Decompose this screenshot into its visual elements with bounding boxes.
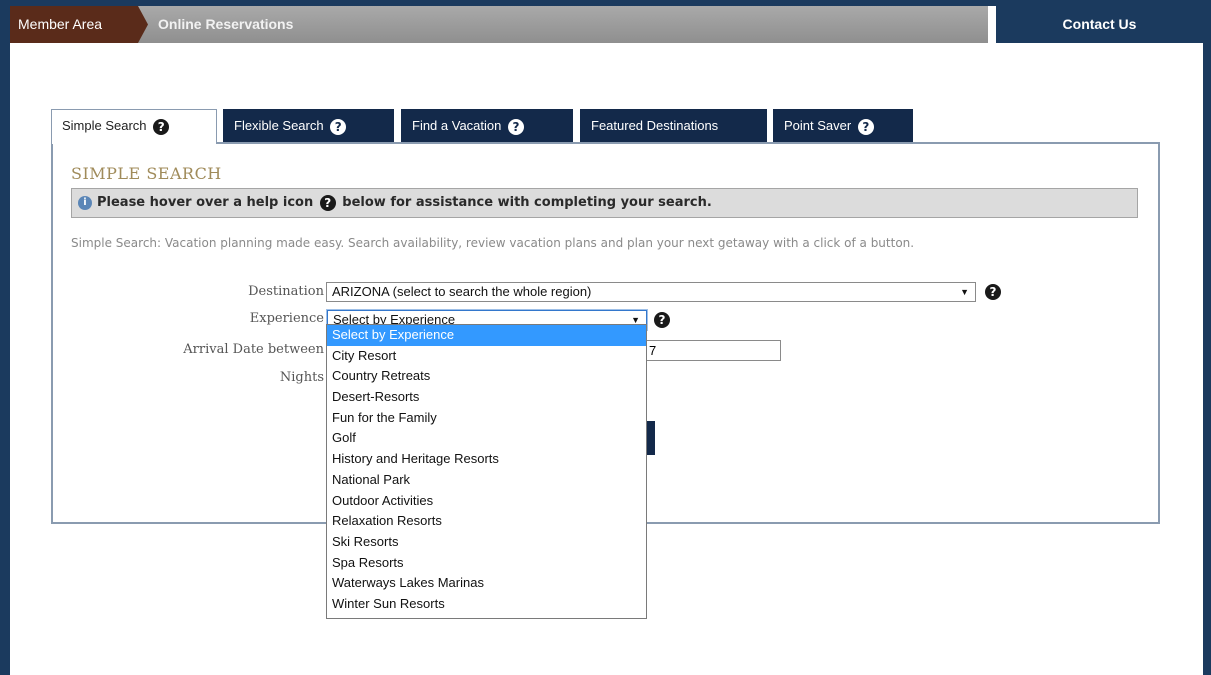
info-icon: i — [78, 195, 92, 210]
experience-option[interactable]: Spa Resorts — [327, 553, 646, 574]
destination-label: Destination — [248, 284, 324, 299]
contact-us-button[interactable]: Contact Us — [996, 6, 1203, 43]
experience-option[interactable]: Waterways Lakes Marinas — [327, 573, 646, 594]
experience-option[interactable]: History and Heritage Resorts — [327, 449, 646, 470]
experience-option[interactable]: Ski Resorts — [327, 532, 646, 553]
experience-option[interactable]: Country Retreats — [327, 366, 646, 387]
experience-option[interactable]: Select by Experience — [327, 325, 646, 346]
tab-find-a-vacation[interactable]: Find a Vacation ? — [401, 109, 573, 143]
help-icon[interactable]: ? — [330, 118, 347, 135]
search-button[interactable] — [646, 421, 655, 455]
experience-option[interactable]: Winter Sun Resorts — [327, 594, 646, 615]
destination-value: ARIZONA (select to search the whole regi… — [332, 284, 592, 299]
breadcrumb-online-reservations: Online Reservations — [158, 16, 294, 32]
tab-flexible-search[interactable]: Flexible Search ? — [223, 109, 394, 143]
experience-option[interactable]: Relaxation Resorts — [327, 511, 646, 532]
experience-option[interactable]: National Park — [327, 470, 646, 491]
panel-title: SIMPLE SEARCH — [71, 164, 222, 183]
tab-label: Simple Search — [62, 118, 147, 133]
help-icon[interactable]: ? — [857, 118, 874, 135]
arrival-date-end-input[interactable]: 7 — [646, 340, 781, 361]
info-banner: i Please hover over a help icon ? below f… — [71, 188, 1138, 218]
tab-label: Find a Vacation — [412, 118, 502, 133]
experience-option[interactable]: Desert-Resorts — [327, 387, 646, 408]
tab-featured-destinations[interactable]: Featured Destinations — [580, 109, 767, 143]
info-text-end: below for assistance with completing you… — [342, 195, 712, 210]
experience-label: Experience — [249, 311, 324, 326]
experience-option[interactable]: City Resort — [327, 346, 646, 367]
help-icon[interactable]: ? — [153, 118, 170, 135]
breadcrumb-member-area[interactable]: Member Area — [10, 6, 148, 43]
page: Member Area Online Reservations Contact … — [10, 6, 1203, 675]
destination-select[interactable]: ARIZONA (select to search the whole regi… — [326, 282, 976, 302]
tab-simple-search[interactable]: Simple Search ? — [51, 109, 217, 144]
experience-option[interactable]: Outdoor Activities — [327, 491, 646, 512]
tab-label: Flexible Search — [234, 118, 324, 133]
help-icon[interactable]: ? — [508, 118, 524, 135]
experience-option[interactable]: Golf — [327, 428, 646, 449]
experience-option[interactable]: Fun for the Family — [327, 408, 646, 429]
nights-label: Nights — [279, 370, 324, 385]
tab-label: Featured Destinations — [591, 118, 719, 133]
experience-help-icon[interactable]: ? — [654, 312, 670, 328]
arrival-date-end-value: 7 — [649, 343, 657, 358]
dropdown-arrow-icon: ▼ — [960, 287, 969, 297]
destination-help-icon[interactable]: ? — [985, 284, 1001, 300]
arrival-date-label: Arrival Date between — [183, 342, 324, 357]
tab-label: Point Saver — [784, 118, 852, 133]
experience-dropdown-list[interactable]: Select by Experience City Resort Country R… — [326, 324, 647, 619]
breadcrumb-bar — [10, 6, 988, 43]
intro-text: Simple Search: Vacation planning made ea… — [71, 236, 915, 250]
tab-point-saver[interactable]: Point Saver ? — [773, 109, 913, 143]
help-icon: ? — [319, 194, 336, 211]
info-text-start: Please hover over a help icon — [97, 195, 314, 210]
top-bar: Member Area Online Reservations Contact … — [10, 6, 1203, 43]
